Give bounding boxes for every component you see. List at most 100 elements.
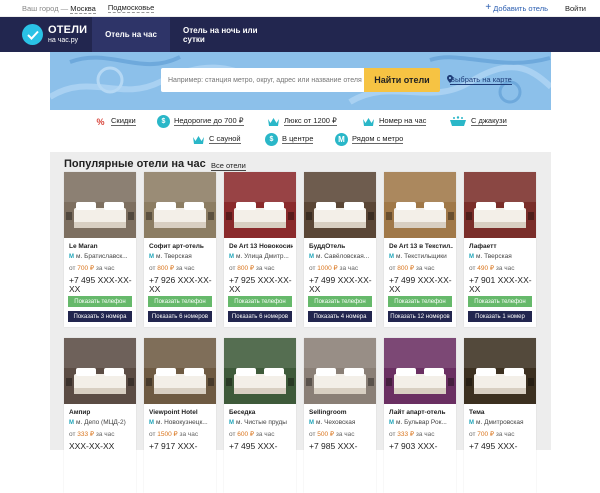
all-hotels-link[interactable]: Все отели [211, 161, 246, 171]
metro-label: м. Дмитровская [476, 419, 524, 426]
hotel-card[interactable]: Тема Mм. Дмитровская от 700 ₽ за час +7 495… [464, 338, 536, 493]
show-rooms-button[interactable]: Показать 1 номер [468, 311, 532, 322]
hotel-photo[interactable] [304, 172, 376, 238]
show-rooms-button[interactable]: Показать 4 номера [308, 311, 372, 322]
hotel-name[interactable]: Viewpoint Hotel [149, 409, 213, 416]
show-phone-button[interactable]: Показать телефон [388, 296, 452, 307]
metro-icon: M [309, 419, 314, 426]
city-selector[interactable]: Ваш город — Москва [22, 3, 96, 14]
filter-jacuzzi[interactable]: С джакузи [449, 115, 507, 128]
hotel-name[interactable]: Тема [469, 409, 533, 416]
hotel-name[interactable]: De Art 13 в Текстил... [389, 243, 453, 250]
hotel-name[interactable]: Le Maran [69, 243, 133, 250]
map-link[interactable]: Выбрать на карте [447, 75, 512, 85]
hotel-name[interactable]: Лафаетт [469, 243, 533, 250]
tab-nightly[interactable]: Отель на ночь или сутки [170, 17, 289, 52]
crown-icon [192, 133, 205, 146]
show-rooms-button[interactable]: Показать 12 номеров [388, 311, 452, 322]
add-hotel-label: Добавить отель [493, 3, 548, 13]
show-rooms-button[interactable]: Показать 6 номеров [148, 311, 212, 322]
show-phone-button[interactable]: Показать телефон [148, 296, 212, 307]
hotel-name[interactable]: Sellingroom [309, 409, 373, 416]
filter-lux[interactable]: Люкс от 1200 ₽ [267, 115, 337, 128]
hotel-price: от 500 ₽ за час [309, 430, 355, 438]
find-hotels-button[interactable]: Найти отели [364, 68, 440, 92]
price-from: от [149, 265, 156, 272]
search-hero: Например: станция метро, округ, адрес ил… [50, 52, 551, 110]
metro-icon: M [335, 133, 348, 146]
hotel-metro: Mм. Чистые пруды [229, 419, 294, 426]
price-value: 1500 ₽ [157, 431, 178, 438]
hotel-photo[interactable] [64, 172, 136, 238]
hotel-card[interactable]: БуддОтель Mм. Савёловская... от 1000 ₽ за … [304, 172, 376, 327]
hotel-phone: +7 926 XXX-XX-XX [149, 275, 212, 294]
hotel-price: от 800 ₽ за час [149, 264, 195, 272]
metro-icon: M [389, 419, 394, 426]
hotel-photo[interactable] [64, 338, 136, 404]
hotel-metro: Mм. Чеховская [309, 419, 374, 426]
show-rooms-button[interactable]: Показать 6 номеров [228, 311, 292, 322]
hotel-card[interactable]: Лайт апарт-отель Mм. Бульвар Рок... от 333… [384, 338, 456, 493]
hotel-card[interactable]: Viewpoint Hotel Mм. Новокузнецк... от 1500… [144, 338, 216, 493]
hotel-name[interactable]: Лайт апарт-отель [389, 409, 453, 416]
show-phone-button[interactable]: Показать телефон [68, 296, 132, 307]
hotel-photo[interactable] [384, 172, 456, 238]
filter-sauna[interactable]: С сауной [192, 133, 241, 146]
hotel-metro: Mм. Новокузнецк... [149, 419, 214, 426]
filter-discounts[interactable]: % Скидки [94, 115, 136, 128]
hotel-photo[interactable] [464, 172, 536, 238]
price-value: 800 ₽ [157, 265, 175, 272]
tab-hourly[interactable]: Отель на час [92, 17, 170, 52]
hotel-card[interactable]: De Art 13 в Текстил... Mм. Текстильщики от… [384, 172, 456, 327]
metro-label: м. Текстильщики [396, 253, 447, 260]
price-unit: за час [95, 431, 115, 438]
hotel-card[interactable]: Sellingroom Mм. Чеховская от 500 ₽ за час +… [304, 338, 376, 493]
filter-cheap[interactable]: $ Недорогие до 700 ₽ [157, 115, 244, 128]
hotel-name[interactable]: Беседка [229, 409, 293, 416]
hotel-name[interactable]: БуддОтель [309, 243, 373, 250]
filter-label: Люкс от 1200 ₽ [284, 115, 337, 127]
hotel-name[interactable]: Софит арт-отель [149, 243, 213, 250]
filter-near-metro[interactable]: M Рядом с метро [335, 133, 404, 146]
show-phone-button[interactable]: Показать телефон [228, 296, 292, 307]
hotel-name[interactable]: De Art 13 Новокосин... [229, 243, 293, 250]
hotel-photo[interactable] [144, 172, 216, 238]
metro-label: м. Тверская [476, 253, 512, 260]
price-unit: за час [339, 265, 359, 272]
region-link[interactable]: Подмосковье [107, 3, 155, 13]
filter-hourly-room[interactable]: Номер на час [362, 115, 427, 128]
hotel-card[interactable]: De Art 13 Новокосин... Mм. Улица Дмитр...… [224, 172, 296, 327]
metro-icon: M [229, 419, 234, 426]
hotel-photo[interactable] [224, 172, 296, 238]
hotel-phone: +7 499 XXX-XX-XX [389, 275, 452, 294]
show-phone-button[interactable]: Показать телефон [468, 296, 532, 307]
price-value: 333 ₽ [397, 431, 415, 438]
city-name[interactable]: Москва [70, 3, 96, 14]
hotel-card[interactable]: Беседка Mм. Чистые пруды от 600 ₽ за час +7… [224, 338, 296, 493]
percent-icon: % [96, 116, 105, 127]
logo[interactable]: ОТЕЛИ на час.ру [0, 17, 92, 52]
hotel-price: от 700 ₽ за час [69, 264, 115, 272]
hotel-photo[interactable] [464, 338, 536, 404]
metro-label: м. Депо (МЦД-2) [76, 419, 126, 426]
hotel-card[interactable]: Лафаетт Mм. Тверская от 490 ₽ за час +7 901… [464, 172, 536, 327]
filter-center[interactable]: $ В центре [265, 133, 314, 146]
hotel-card[interactable]: Софит арт-отель Mм. Тверская от 800 ₽ за ч… [144, 172, 216, 327]
hotel-photo[interactable] [304, 338, 376, 404]
show-rooms-button[interactable]: Показать 3 номера [68, 311, 132, 322]
metro-icon: M [309, 253, 314, 260]
hotel-card[interactable]: Ампир Mм. Депо (МЦД-2) от 333 ₽ за час XXX-… [64, 338, 136, 493]
crown-icon [362, 115, 375, 128]
show-phone-button[interactable]: Показать телефон [308, 296, 372, 307]
price-from: от [389, 265, 396, 272]
login-link[interactable]: Войти [565, 4, 586, 13]
add-hotel-link[interactable]: + Добавить отель [485, 3, 548, 13]
price-unit: за час [335, 431, 355, 438]
hotel-photo[interactable] [224, 338, 296, 404]
hotel-name[interactable]: Ампир [69, 409, 133, 416]
hotel-price: от 1000 ₽ за час [309, 264, 358, 272]
hotel-photo[interactable] [384, 338, 456, 404]
hotel-photo[interactable] [144, 338, 216, 404]
hotel-card[interactable]: Le Maran Mм. Братиславск... от 700 ₽ за ча… [64, 172, 136, 327]
logo-subtitle: на час.ру [48, 37, 79, 44]
